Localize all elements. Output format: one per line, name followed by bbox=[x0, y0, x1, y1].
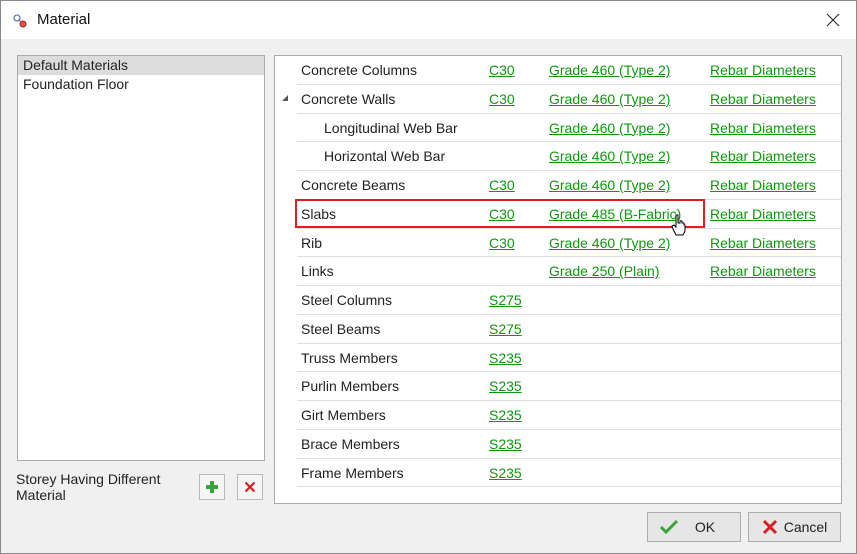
rebar-diameters-link[interactable]: Rebar Diameters bbox=[710, 171, 816, 199]
checkmark-icon bbox=[659, 519, 679, 535]
material-name: Steel Columns bbox=[301, 292, 393, 308]
material-name: Purlin Members bbox=[301, 378, 400, 395]
rebar-diameters-link[interactable]: Rebar Diameters bbox=[710, 200, 816, 228]
material-name: Concrete Walls bbox=[301, 90, 396, 107]
material-row: Slabs C30 Grade 485 (B-Fabric) Rebar Diamet… bbox=[297, 200, 841, 229]
ok-label: OK bbox=[694, 519, 716, 535]
material-row: Brace Members S235 bbox=[297, 430, 841, 459]
material-grid: Concrete Columns C30 Grade 460 (Type 2) Reb… bbox=[282, 56, 841, 488]
material-row: Truss Members S235 bbox=[297, 344, 841, 373]
concrete-grade-link[interactable]: S235 bbox=[489, 372, 522, 400]
storey-list[interactable]: Default Materials Foundation Floor bbox=[17, 55, 265, 461]
material-name: Steel Beams bbox=[301, 320, 381, 337]
material-name: Links bbox=[301, 263, 334, 280]
material-row: Rib C30 Grade 460 (Type 2) Rebar Diameters bbox=[297, 229, 841, 258]
storey-item-default-materials[interactable]: Default Materials bbox=[18, 56, 264, 75]
concrete-grade-link[interactable]: S235 bbox=[489, 459, 522, 487]
material-row: Horizontal Web Bar Grade 460 (Type 2) Reba… bbox=[297, 142, 841, 171]
rebar-diameters-link[interactable]: Rebar Diameters bbox=[710, 56, 816, 84]
material-name: Girt Members bbox=[301, 407, 386, 423]
concrete-grade-link[interactable]: S275 bbox=[489, 315, 522, 343]
concrete-grade-link[interactable]: S235 bbox=[489, 344, 522, 372]
rebar-diameters-link[interactable]: Rebar Diameters bbox=[710, 229, 816, 257]
window-title: Material bbox=[37, 11, 91, 28]
material-name: Rib bbox=[301, 234, 323, 251]
delete-x-icon bbox=[244, 481, 256, 493]
rebar-diameters-link[interactable]: Rebar Diameters bbox=[710, 142, 816, 170]
rebar-grade-link[interactable]: Grade 460 (Type 2) bbox=[549, 229, 670, 257]
material-grid-panel: Concrete Columns C30 Grade 460 (Type 2) Reb… bbox=[274, 55, 842, 504]
concrete-grade-link[interactable]: C30 bbox=[489, 229, 515, 257]
material-row: Steel Beams S275 bbox=[297, 315, 841, 344]
rebar-grade-link[interactable]: Grade 460 (Type 2) bbox=[549, 56, 670, 84]
material-row: Girt Members S235 bbox=[297, 401, 841, 430]
concrete-grade-link[interactable]: C30 bbox=[489, 85, 515, 113]
concrete-grade-link[interactable]: C30 bbox=[489, 56, 515, 84]
rebar-diameters-link[interactable]: Rebar Diameters bbox=[710, 257, 816, 285]
material-row: Purlin Members S235 bbox=[297, 372, 841, 401]
material-name: Frame Members bbox=[301, 464, 404, 481]
material-name: Slabs bbox=[301, 205, 337, 222]
rebar-diameters-link[interactable]: Rebar Diameters bbox=[710, 85, 816, 113]
material-row: Longitudinal Web Bar Grade 460 (Type 2) Re… bbox=[297, 114, 841, 143]
concrete-grade-link[interactable]: C30 bbox=[489, 200, 515, 228]
material-row: Concrete Columns C30 Grade 460 (Type 2) Reb… bbox=[297, 56, 841, 85]
material-row: Concrete Beams C30 Grade 460 (Type 2) Rebar… bbox=[297, 171, 841, 200]
rebar-grade-link[interactable]: Grade 250 (Plain) bbox=[549, 257, 660, 285]
rebar-diameters-link[interactable]: Rebar Diameters bbox=[710, 114, 816, 142]
collapse-arrow-icon[interactable] bbox=[282, 94, 288, 101]
material-row: Concrete Walls C30 Grade 460 (Type 2) Rebar… bbox=[282, 85, 841, 114]
material-name: Concrete Beams bbox=[301, 177, 406, 193]
rebar-grade-link[interactable]: Grade 460 (Type 2) bbox=[549, 171, 670, 199]
rebar-grade-link[interactable]: Grade 485 (B-Fabric) bbox=[549, 200, 681, 228]
material-row: Steel Columns S275 bbox=[297, 286, 841, 315]
concrete-grade-link[interactable]: S235 bbox=[489, 430, 522, 458]
cancel-label: Cancel bbox=[783, 519, 828, 535]
material-app-icon bbox=[13, 14, 27, 28]
delete-storey-button[interactable] bbox=[237, 474, 263, 500]
storey-different-material-label: Storey Having Different Material bbox=[16, 471, 161, 503]
add-storey-button[interactable] bbox=[199, 474, 225, 500]
hand-cursor-icon bbox=[671, 214, 686, 236]
concrete-grade-link[interactable]: S235 bbox=[489, 401, 522, 429]
material-name: Horizontal Web Bar bbox=[324, 148, 446, 165]
cancel-x-icon bbox=[762, 519, 778, 535]
close-button[interactable] bbox=[810, 1, 856, 39]
material-dialog: Material Default Materials Foundation Fl… bbox=[0, 0, 857, 554]
material-name: Longitudinal Web Bar bbox=[324, 119, 458, 136]
material-name: Brace Members bbox=[301, 435, 400, 452]
rebar-grade-link[interactable]: Grade 460 (Type 2) bbox=[549, 85, 670, 113]
rebar-grade-link[interactable]: Grade 460 (Type 2) bbox=[549, 142, 670, 170]
storey-item-foundation-floor[interactable]: Foundation Floor bbox=[18, 75, 264, 94]
close-icon bbox=[826, 13, 840, 27]
plus-icon bbox=[206, 481, 218, 493]
rebar-grade-link[interactable]: Grade 460 (Type 2) bbox=[549, 114, 670, 142]
material-row: Links Grade 250 (Plain) Rebar Diameters bbox=[297, 257, 841, 286]
concrete-grade-link[interactable]: C30 bbox=[489, 171, 515, 199]
concrete-grade-link[interactable]: S275 bbox=[489, 286, 522, 314]
title-bar: Material bbox=[1, 1, 856, 39]
material-row: Frame Members S235 bbox=[297, 459, 841, 488]
material-name: Concrete Columns bbox=[301, 62, 417, 78]
cancel-button[interactable]: Cancel bbox=[748, 512, 841, 542]
material-name: Truss Members bbox=[301, 349, 398, 366]
ok-button[interactable]: OK bbox=[647, 512, 741, 542]
